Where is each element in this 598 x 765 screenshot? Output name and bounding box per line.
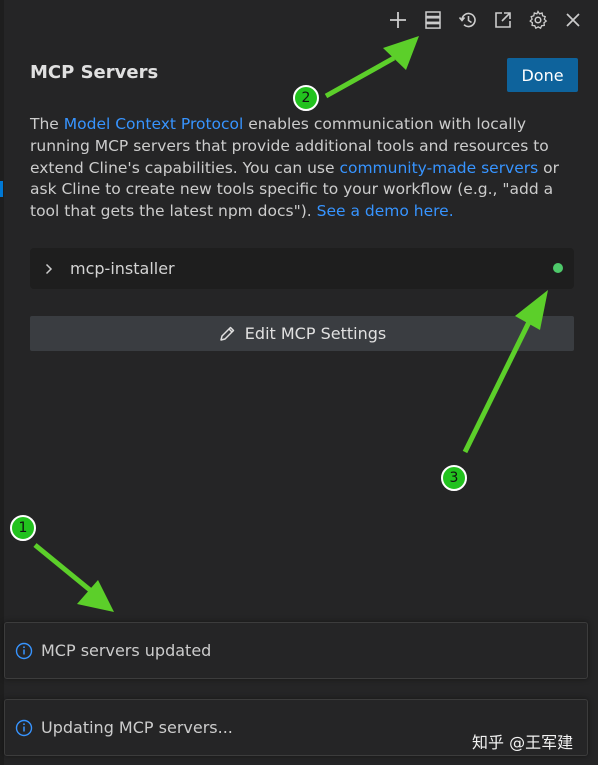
see-demo-link[interactable]: See a demo here.	[317, 202, 454, 220]
edit-mcp-settings-button[interactable]: Edit MCP Settings	[30, 316, 574, 351]
active-indicator	[0, 181, 3, 197]
model-context-protocol-link[interactable]: Model Context Protocol	[64, 115, 244, 133]
page-title: MCP Servers	[30, 62, 159, 83]
pencil-icon	[220, 326, 235, 341]
watermark: 知乎 @王军建	[472, 733, 574, 752]
callout-badge: 2	[293, 85, 319, 111]
info-icon	[15, 642, 33, 659]
description-text: The Model Context Protocol enables commu…	[30, 114, 578, 223]
top-toolbar	[387, 7, 584, 33]
notification-message: Updating MCP servers...	[41, 718, 233, 737]
description-part: The	[30, 115, 64, 133]
info-icon	[15, 719, 33, 736]
notification-toast[interactable]: MCP servers updated	[4, 622, 588, 679]
callout-badge: 1	[10, 515, 36, 541]
done-button[interactable]: Done	[507, 58, 578, 92]
notification-message: MCP servers updated	[41, 641, 212, 660]
callout-badge: 3	[441, 465, 467, 491]
gear-icon[interactable]	[527, 7, 549, 33]
server-item-mcp-installer[interactable]: mcp-installer	[30, 248, 574, 289]
server-icon[interactable]	[422, 7, 444, 33]
status-dot	[553, 263, 563, 273]
history-icon[interactable]	[457, 7, 479, 33]
community-servers-link[interactable]: community-made servers	[339, 159, 538, 177]
server-name: mcp-installer	[70, 259, 175, 278]
popout-icon[interactable]	[492, 7, 514, 33]
plus-icon[interactable]	[387, 7, 409, 33]
close-icon[interactable]	[562, 7, 584, 33]
chevron-right-icon[interactable]	[44, 263, 56, 275]
edit-mcp-settings-label: Edit MCP Settings	[244, 324, 387, 343]
